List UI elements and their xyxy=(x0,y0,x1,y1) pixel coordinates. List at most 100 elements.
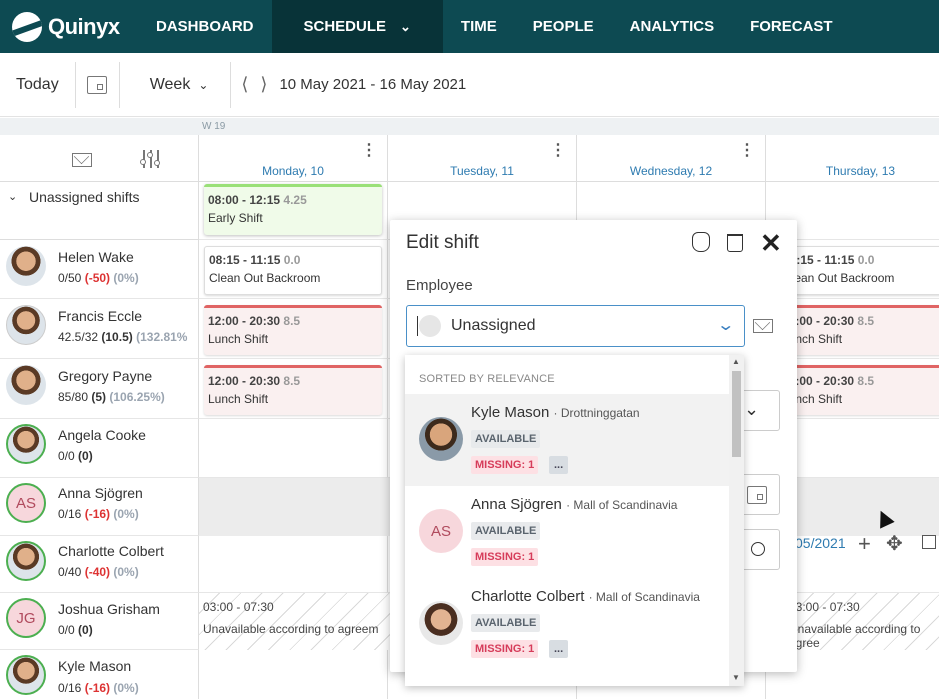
today-button[interactable]: Today xyxy=(0,61,76,108)
employee-dropdown: SORTED BY RELEVANCE Kyle Mason · Drottni… xyxy=(405,355,744,686)
available-badge: AVAILABLE xyxy=(471,430,541,448)
shift-card[interactable]: 12:00 - 20:30 8.5 Lunch Shift xyxy=(772,365,939,415)
scroll-thumb[interactable] xyxy=(732,371,741,457)
shift-label: Early Shift xyxy=(208,211,263,225)
avatar: AS xyxy=(419,509,463,553)
missing-badge: MISSING: 1 xyxy=(471,548,539,566)
dropdown-scrollbar[interactable]: ▲ ▼ xyxy=(729,355,744,686)
nav-analytics[interactable]: ANALYTICS xyxy=(612,0,732,53)
day-label[interactable]: Thursday, 13 xyxy=(766,164,939,178)
unavailable-text: Unavailable according to agree xyxy=(789,622,921,650)
shift-card[interactable]: 08:15 - 11:15 0.0 Clean Out Backroom xyxy=(204,246,382,295)
employee-hours: 0/50 (-50) (0%) xyxy=(58,271,139,285)
employee-label: Employee xyxy=(406,277,473,294)
copy-icon[interactable] xyxy=(922,535,936,549)
employee-select-value: Unassigned xyxy=(451,317,536,334)
employee-name: Joshua Grisham xyxy=(58,601,160,617)
list-item[interactable]: Charlotte Colbert · Mall of Scandinavia … xyxy=(405,578,729,670)
date-picker-button[interactable] xyxy=(76,61,120,108)
candidate-name: Anna Sjögren · Mall of Scandinavia xyxy=(471,496,678,513)
shift-time: 08:00 - 12:15 xyxy=(208,193,281,207)
day-label[interactable]: Tuesday, 11 xyxy=(388,164,576,178)
shift-hours: 8.5 xyxy=(283,374,301,388)
employee-row[interactable]: JG Joshua Grisham 0/0 (0) xyxy=(0,593,199,650)
logo-text: Quinyx xyxy=(48,13,120,39)
top-navigation: Quinyx DASHBOARD SCHEDULE ⌄ TIME PEOPLE … xyxy=(0,0,939,53)
shift-time: 12:00 - 20:30 xyxy=(208,314,281,328)
more-vertical-icon[interactable]: ⋮ xyxy=(361,143,377,159)
shift-label: Lunch Shift xyxy=(782,392,843,406)
schedule-toolbar: Today Week ⌄ ⟨ ⟩ 10 May 2021 - 16 May 20… xyxy=(0,53,939,117)
unassigned-shifts-row[interactable]: ⌄ Unassigned shifts xyxy=(0,182,199,240)
day-header-tuesday: ⋮ Tuesday, 11 xyxy=(388,135,577,182)
nav-time[interactable]: TIME xyxy=(443,0,515,53)
unavailable-time: 03:00 - 07:30 xyxy=(789,600,860,614)
shift-card[interactable]: 08:00 - 12:15 4.25 Early Shift xyxy=(204,184,382,235)
trash-icon[interactable] xyxy=(727,234,743,252)
nav-people[interactable]: PEOPLE xyxy=(515,0,612,53)
period-selector[interactable]: Week ⌄ xyxy=(120,61,232,108)
move-icon[interactable]: ✥ xyxy=(886,531,903,556)
quinyx-logo[interactable]: Quinyx xyxy=(0,0,138,53)
day-label[interactable]: Monday, 10 xyxy=(199,164,387,178)
employee-name: Francis Eccle xyxy=(58,308,143,324)
employee-row[interactable]: Kyle Mason 0/16 (-16) (0%) xyxy=(0,650,199,699)
nav-dashboard[interactable]: DASHBOARD xyxy=(138,0,272,53)
shift-hours: 4.25 xyxy=(283,193,307,207)
employee-row[interactable]: Francis Eccle 42.5/32 (10.5) (132.81% xyxy=(0,299,199,359)
list-item[interactable]: AS Anna Sjögren · Mall of Scandinavia AV… xyxy=(405,486,729,578)
filter-sliders-icon[interactable] xyxy=(140,150,161,168)
avatar-placeholder xyxy=(419,315,441,337)
add-icon[interactable]: + xyxy=(858,531,871,557)
scroll-down-icon[interactable]: ▼ xyxy=(732,673,740,682)
employee-name: Charlotte Colbert xyxy=(58,543,164,559)
employee-name: Anna Sjögren xyxy=(58,485,143,501)
avatar xyxy=(419,417,463,461)
shift-card[interactable]: 12:00 - 20:30 8.5 Lunch Shift xyxy=(204,365,382,415)
close-icon[interactable]: ✕ xyxy=(760,228,782,259)
more-badge[interactable]: ... xyxy=(549,456,569,474)
shift-card[interactable]: 12:00 - 20:30 8.5 Lunch Shift xyxy=(204,305,382,355)
previous-week-icon[interactable]: ⟨ xyxy=(241,74,248,95)
shift-label: Lunch Shift xyxy=(208,392,269,406)
shift-label: Lunch Shift xyxy=(782,332,843,346)
unassigned-shifts-label: Unassigned shifts xyxy=(29,189,140,205)
shift-time: 08:15 - 11:15 xyxy=(209,253,281,267)
employee-row[interactable]: Gregory Payne 85/80 (5) (106.25%) xyxy=(0,359,199,419)
chevron-down-icon[interactable]: ⌄ xyxy=(716,315,735,335)
hand-icon[interactable] xyxy=(692,232,710,252)
nav-forecast[interactable]: FORECAST xyxy=(732,0,851,53)
avatar xyxy=(6,305,46,345)
date-fragment: 05/2021 xyxy=(795,535,846,551)
shift-card[interactable]: 08:15 - 11:15 0.0 Clean Out Backroom xyxy=(772,246,939,295)
shift-card[interactable]: 12:00 - 20:30 8.5 Lunch Shift xyxy=(772,305,939,355)
date-range: 10 May 2021 - 16 May 2021 xyxy=(279,76,467,93)
employee-row[interactable]: Charlotte Colbert 0/40 (-40) (0%) xyxy=(0,536,199,593)
scroll-up-icon[interactable]: ▲ xyxy=(732,357,740,366)
envelope-icon[interactable] xyxy=(753,319,773,333)
missing-badge: MISSING: 1 xyxy=(471,456,539,474)
day-header-wednesday: ⋮ Wednesday, 12 xyxy=(577,135,766,182)
avatar xyxy=(6,541,46,581)
employee-row[interactable]: AS Anna Sjögren 0/16 (-16) (0%) xyxy=(0,478,199,536)
more-vertical-icon[interactable]: ⋮ xyxy=(739,143,755,159)
available-badge: AVAILABLE xyxy=(471,522,541,540)
employee-row[interactable]: Helen Wake 0/50 (-50) (0%) xyxy=(0,240,199,299)
chevron-down-icon[interactable]: ⌄ xyxy=(8,190,17,203)
shift-label: Lunch Shift xyxy=(208,332,269,346)
more-badge[interactable]: ... xyxy=(549,640,569,658)
day-label[interactable]: Wednesday, 12 xyxy=(577,164,765,178)
list-item[interactable]: Kyle Mason · Drottninggatan AVAILABLE MI… xyxy=(405,394,729,486)
more-vertical-icon[interactable]: ⋮ xyxy=(550,143,566,159)
next-week-icon[interactable]: ⟩ xyxy=(260,74,267,95)
day-header-monday: ⋮ Monday, 10 xyxy=(199,135,388,182)
nav-schedule[interactable]: SCHEDULE ⌄ xyxy=(271,0,443,53)
employee-row[interactable]: Angela Cooke 0/0 (0) xyxy=(0,419,199,478)
employee-hours: 0/16 (-16) (0%) xyxy=(58,507,139,521)
shift-hours: 0.0 xyxy=(857,253,875,267)
employee-name: Kyle Mason xyxy=(58,658,132,674)
avatar: JG xyxy=(6,598,46,638)
employee-select[interactable]: Unassigned ⌄ xyxy=(406,305,745,347)
shift-hours: 8.5 xyxy=(857,314,875,328)
envelope-icon[interactable] xyxy=(72,153,92,167)
